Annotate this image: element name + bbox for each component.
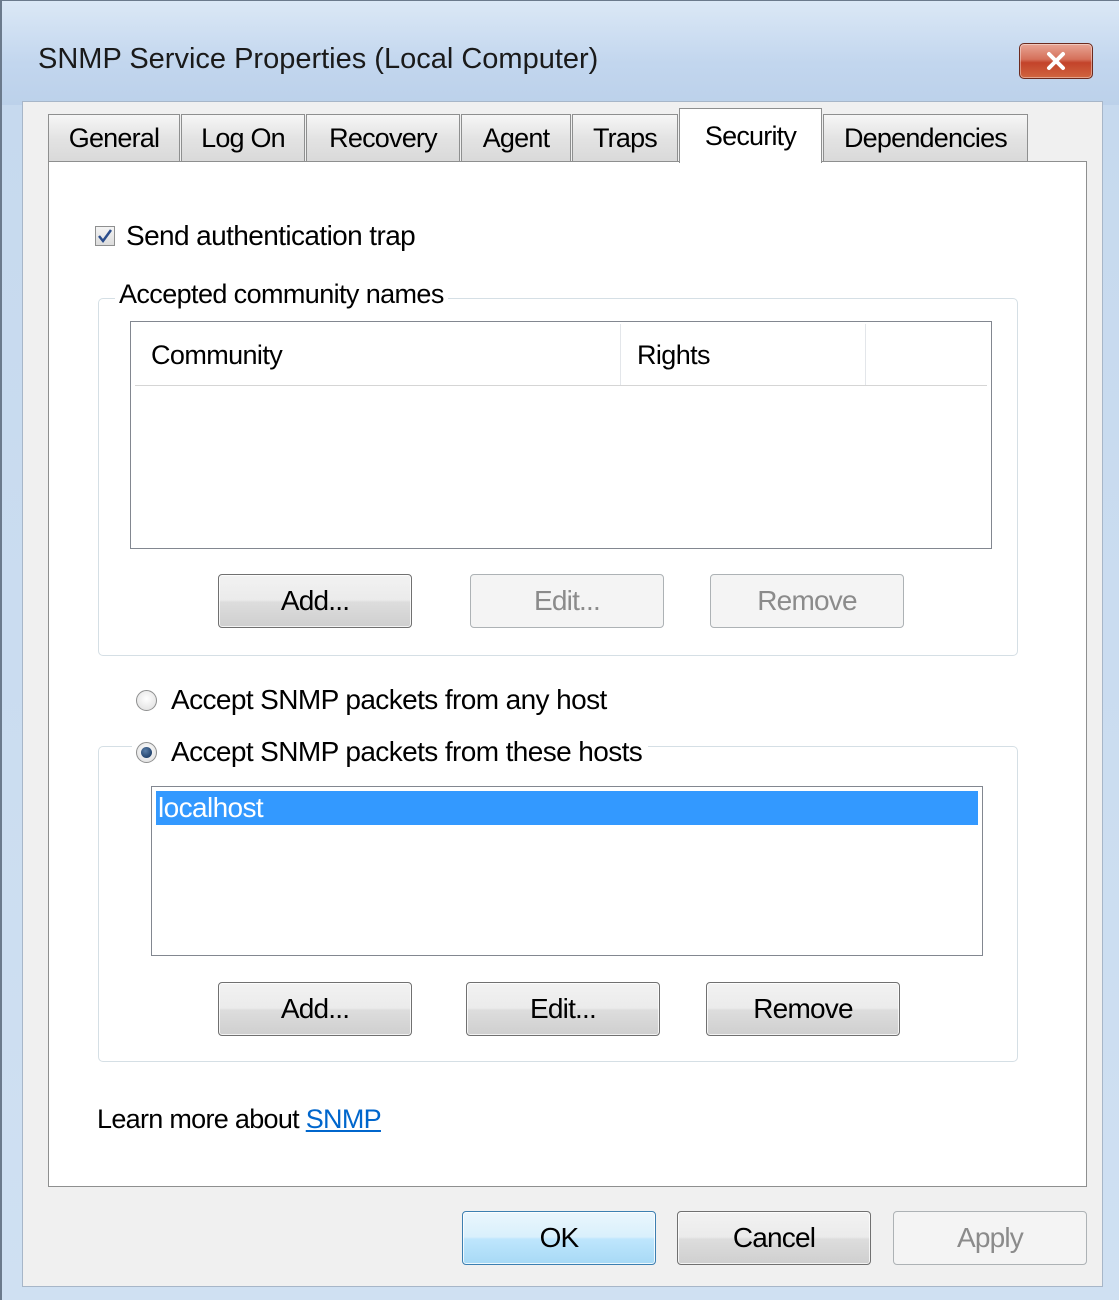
tab-general[interactable]: General bbox=[48, 114, 180, 162]
community-groupbox: Accepted community names Community Right… bbox=[98, 279, 1018, 656]
snmp-help-link[interactable]: SNMP bbox=[306, 1104, 382, 1134]
community-edit-button[interactable]: Edit... bbox=[470, 574, 664, 628]
community-list-header: Community Rights bbox=[135, 324, 987, 386]
column-header-filler bbox=[866, 324, 987, 385]
hosts-groupbox: localhost Add... Edit... Remove bbox=[98, 746, 1018, 1062]
tab-security[interactable]: Security bbox=[679, 108, 822, 163]
tab-traps[interactable]: Traps bbox=[572, 114, 678, 162]
community-group-legend: Accepted community names bbox=[115, 279, 448, 310]
accept-these-hosts-label: Accept SNMP packets from these hosts bbox=[171, 736, 643, 767]
security-tab-panel: Send authentication trap Accepted commun… bbox=[48, 161, 1087, 1187]
apply-button[interactable]: Apply bbox=[893, 1211, 1087, 1265]
cancel-button[interactable]: Cancel bbox=[677, 1211, 871, 1265]
accept-any-host-label: Accept SNMP packets from any host bbox=[171, 684, 607, 715]
close-icon bbox=[1047, 52, 1065, 70]
hosts-remove-button[interactable]: Remove bbox=[706, 982, 900, 1036]
column-header-community[interactable]: Community bbox=[135, 324, 621, 385]
title-bar[interactable]: SNMP Service Properties (Local Computer) bbox=[2, 1, 1119, 105]
ok-button[interactable]: OK bbox=[462, 1211, 656, 1265]
host-item-localhost[interactable]: localhost bbox=[156, 791, 978, 825]
accept-any-host-radio[interactable] bbox=[136, 689, 157, 711]
checkmark-icon bbox=[98, 229, 113, 244]
community-list[interactable]: Community Rights bbox=[130, 321, 992, 549]
close-button[interactable] bbox=[1019, 43, 1093, 79]
tab-log-on[interactable]: Log On bbox=[181, 114, 305, 162]
tab-agent[interactable]: Agent bbox=[461, 114, 571, 162]
send-auth-trap-checkbox[interactable] bbox=[95, 226, 115, 246]
hosts-edit-button[interactable]: Edit... bbox=[466, 982, 660, 1036]
community-remove-button[interactable]: Remove bbox=[710, 574, 904, 628]
learn-more-text: Learn more about SNMP bbox=[97, 1104, 382, 1135]
window-title: SNMP Service Properties (Local Computer) bbox=[38, 43, 599, 75]
tab-dependencies[interactable]: Dependencies bbox=[823, 114, 1028, 162]
accept-these-hosts-radio[interactable] bbox=[136, 741, 157, 763]
learn-more-prefix: Learn more about bbox=[97, 1104, 306, 1134]
hosts-add-button[interactable]: Add... bbox=[218, 982, 412, 1036]
community-add-button[interactable]: Add... bbox=[218, 574, 412, 628]
tab-recovery[interactable]: Recovery bbox=[306, 114, 460, 162]
accept-any-host-radio-row[interactable]: Accept SNMP packets from any host bbox=[136, 684, 613, 716]
accept-these-hosts-radio-row[interactable]: Accept SNMP packets from these hosts bbox=[132, 736, 649, 768]
dialog-window: SNMP Service Properties (Local Computer)… bbox=[0, 0, 1119, 1300]
send-auth-trap-checkbox-row[interactable]: Send authentication trap bbox=[95, 220, 416, 252]
hosts-list[interactable]: localhost bbox=[151, 786, 983, 956]
dialog-client-area: General Log On Recovery Agent Traps Secu… bbox=[22, 101, 1103, 1287]
radio-selected-dot bbox=[141, 746, 152, 758]
column-header-rights[interactable]: Rights bbox=[621, 324, 866, 385]
send-auth-trap-label: Send authentication trap bbox=[126, 220, 416, 251]
